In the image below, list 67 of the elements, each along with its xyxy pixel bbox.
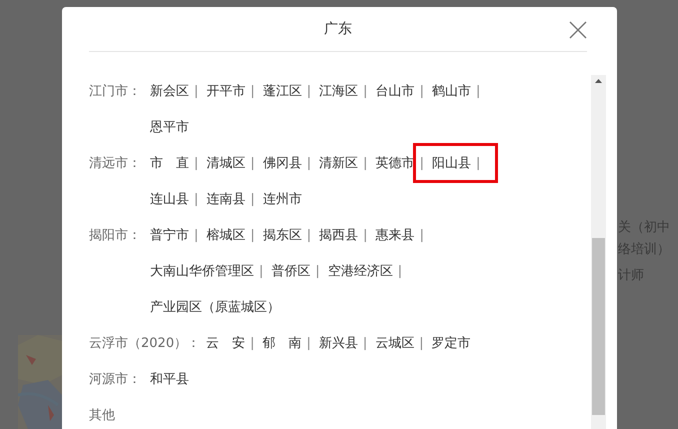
separator-text: | xyxy=(363,83,368,101)
district-link[interactable]: 和平县 xyxy=(150,362,189,398)
district-link[interactable]: 云城区 xyxy=(375,326,414,362)
district-link[interactable]: 榕城区 xyxy=(206,218,246,254)
separator-text: | xyxy=(420,227,424,245)
district-link[interactable]: 蓬江区 xyxy=(262,74,302,110)
separator-text: | xyxy=(250,191,255,209)
city-label: 其他 xyxy=(89,407,116,425)
separator-text: | xyxy=(306,83,312,101)
district-link[interactable]: 开平市 xyxy=(206,74,246,110)
separator-text: | xyxy=(259,263,264,281)
separator-text: | xyxy=(420,155,424,173)
district-link[interactable]: 云 安 xyxy=(206,326,246,362)
district-link[interactable]: 连南县 xyxy=(206,182,246,218)
district-link[interactable]: 清城区 xyxy=(206,146,246,182)
separator-text: | xyxy=(250,335,254,353)
district-link[interactable]: 大南山华侨管理区 xyxy=(150,254,254,290)
city-label: 云浮市（2020）： xyxy=(89,335,202,353)
district-link[interactable]: 连山县 xyxy=(150,182,189,218)
separator-text: | xyxy=(306,335,311,353)
district-link[interactable]: 清新区 xyxy=(319,146,358,182)
separator-text: | xyxy=(194,83,198,101)
district-link[interactable]: 阳山县 xyxy=(432,146,471,182)
district-link[interactable]: 罗定市 xyxy=(432,326,471,362)
separator-text: | xyxy=(419,335,424,353)
district-link[interactable]: 鹤山市 xyxy=(432,74,471,110)
separator-text: | xyxy=(362,335,368,353)
separator-text: | xyxy=(250,83,255,101)
separator-text: | xyxy=(194,227,198,245)
separator-text: | xyxy=(194,155,198,173)
district-link[interactable]: 惠来县 xyxy=(376,218,415,254)
city-label: 河源市： xyxy=(89,371,142,389)
separator-text: | xyxy=(315,263,320,281)
district-link[interactable]: 佛冈县 xyxy=(262,146,302,182)
city-label: 江门市： xyxy=(89,83,142,101)
district-link[interactable]: 揭东区 xyxy=(262,218,302,254)
scrollbar[interactable] xyxy=(591,75,606,429)
separator-text: | xyxy=(363,155,368,173)
separator-text: | xyxy=(476,83,480,101)
district-link[interactable]: 新兴县 xyxy=(318,326,358,362)
district-link[interactable]: 空港经济区 xyxy=(328,254,393,290)
scrollbar-thumb[interactable] xyxy=(592,238,605,415)
district-link[interactable]: 市 直 xyxy=(150,146,189,182)
city-label: 揭阳市： xyxy=(89,227,142,245)
district-link[interactable]: 恩平市 xyxy=(150,110,189,146)
separator-text: | xyxy=(306,227,312,245)
separator-text: | xyxy=(476,155,480,173)
district-link[interactable]: 连州市 xyxy=(262,182,302,218)
district-link[interactable]: 普侨区 xyxy=(271,254,310,290)
district-link[interactable]: 英德市 xyxy=(376,146,415,182)
district-link[interactable]: 产业园区（原蓝城区） xyxy=(150,290,280,326)
district-link[interactable]: 普宁市 xyxy=(150,218,189,254)
city-label: 清远市： xyxy=(89,155,142,173)
dialog-title: 广东 xyxy=(324,20,352,38)
district-link[interactable]: 江海区 xyxy=(319,74,358,110)
separator-text: | xyxy=(250,227,255,245)
close-button[interactable] xyxy=(569,21,587,39)
district-link[interactable]: 揭西县 xyxy=(319,218,358,254)
separator-text: | xyxy=(194,191,198,209)
district-link[interactable]: 郁 南 xyxy=(262,326,302,362)
separator-text: | xyxy=(363,227,368,245)
separator-text: | xyxy=(420,83,424,101)
separator-text: | xyxy=(250,155,255,173)
separator-text: | xyxy=(306,155,312,173)
district-link[interactable]: 新会区 xyxy=(150,74,189,110)
district-link[interactable]: 台山市 xyxy=(376,74,415,110)
separator-text: | xyxy=(398,263,402,281)
